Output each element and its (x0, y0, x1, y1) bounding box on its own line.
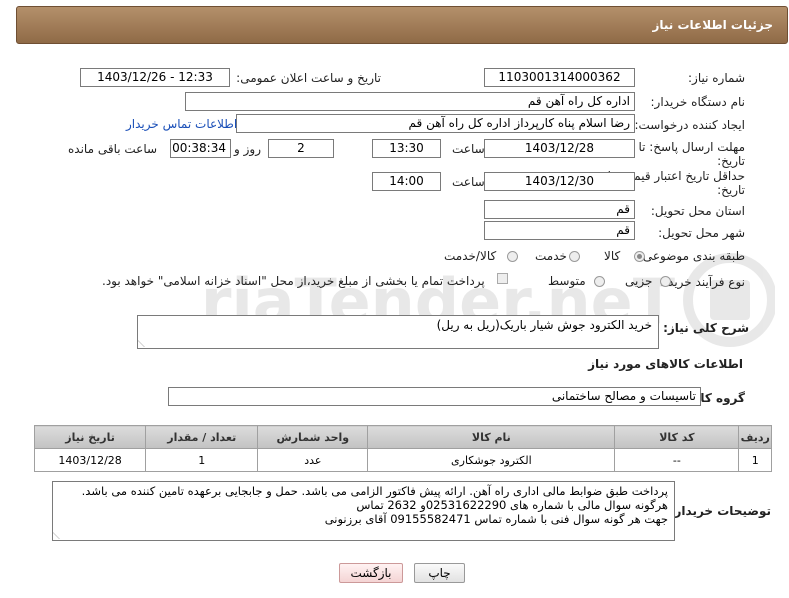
days-label: روز و (234, 142, 261, 156)
process-radio-minor[interactable] (660, 276, 671, 287)
category-radio-goods[interactable] (634, 251, 645, 262)
buyer-notes-line-3: جهت هر گونه سوال فنی با شماره تماس 09155… (324, 512, 668, 526)
remaining-time-field: 00:38:34 (170, 139, 231, 158)
buyer-notes-line-2: هرگونه سوال مالی با شماره های 0253162229… (356, 498, 668, 512)
col-header-quantity: تعداد / مقدار (145, 425, 259, 449)
page-title: جزئیات اطلاعات نیاز (652, 18, 773, 32)
goods-group-field: تاسیسات و مصالح ساختمانی (168, 387, 701, 406)
process-label: نوع فرآیند خرید : (660, 275, 745, 289)
cell-goods-code: -- (614, 448, 740, 472)
category-label: طبقه بندی موضوعی: (638, 249, 745, 263)
back-button[interactable]: بازگشت (339, 563, 403, 583)
buyer-notes-label: توضیحات خریدار: (669, 504, 771, 518)
process-radio-medium[interactable] (594, 276, 605, 287)
col-header-goods-code: کد کالا (614, 425, 740, 449)
cell-quantity: 1 (145, 448, 259, 472)
treasury-payment-note: پرداخت تمام یا بخشی از مبلغ خرید،از محل … (102, 274, 485, 288)
category-option-goods: کالا (604, 249, 621, 263)
process-option-minor: جزیی (625, 274, 653, 288)
deadline-label-date: تاریخ: (717, 154, 745, 168)
summary-field: خرید الکترود جوش شیار باریک(ریل به ریل) (137, 315, 659, 349)
resize-handle-icon[interactable] (53, 531, 68, 539)
col-header-goods-name: نام کالا (367, 425, 616, 449)
buyer-org-label: نام دستگاه خریدار: (650, 95, 746, 109)
need-number-field: 1103001314000362 (484, 68, 635, 87)
summary-text: خرید الکترود جوش شیار باریک(ریل به ریل) (436, 318, 652, 332)
creator-label: ایجاد کننده درخواست: (634, 118, 745, 132)
validity-time-label: ساعت (452, 175, 485, 189)
announce-date-label: تاریخ و ساعت اعلان عمومی: (236, 71, 381, 85)
city-label: شهر محل تحویل: (658, 226, 745, 240)
city-field: قم (484, 221, 635, 240)
cell-unit: عدد (257, 448, 369, 472)
announce-date-field: 1403/12/26 - 12:33 (80, 68, 230, 87)
deadline-date-field: 1403/12/28 (484, 139, 635, 158)
process-option-medium: متوسط (548, 274, 586, 288)
buyer-contact-link[interactable]: اطلاعات تماس خریدار (126, 117, 237, 131)
validity-label-date: تاریخ: (717, 183, 745, 197)
category-option-service: خدمت (535, 249, 567, 263)
province-field: قم (484, 200, 635, 219)
col-header-row-number: ردیف (738, 425, 772, 449)
category-radio-goods-service[interactable] (507, 251, 518, 262)
buyer-notes-field: پرداخت طبق ضوابط مالی اداری راه آهن. ارا… (52, 481, 675, 541)
category-radio-service[interactable] (569, 251, 580, 262)
col-header-need-date: تاریخ نیاز (33, 425, 147, 449)
validity-time-field: 14:00 (372, 172, 441, 191)
col-header-unit: واحد شمارش (257, 425, 369, 449)
province-label: استان محل تحویل: (650, 204, 745, 218)
goods-table: ردیف کد کالا نام کالا واحد شمارش تعداد /… (33, 425, 772, 472)
cell-goods-name: الکترود جوشکاری (367, 448, 616, 472)
creator-field: رضا اسلام پناه کارپرداز اداره کل راه آهن… (236, 114, 635, 133)
table-row: 1 -- الکترود جوشکاری عدد 1 1403/12/28 (33, 448, 772, 472)
buyer-notes-line-1: پرداخت طبق ضوابط مالی اداری راه آهن. ارا… (81, 484, 668, 498)
category-option-goods-service: کالا/خدمت (444, 249, 497, 263)
remaining-time-label: ساعت باقی مانده (68, 142, 158, 156)
resize-handle-icon[interactable] (138, 339, 153, 347)
table-header-row: ردیف کد کالا نام کالا واحد شمارش تعداد /… (33, 425, 772, 449)
page-header: جزئیات اطلاعات نیاز (16, 6, 788, 44)
cell-row-number: 1 (738, 448, 772, 472)
treasury-payment-checkbox[interactable] (497, 273, 508, 284)
goods-info-title: اطلاعات کالاهای مورد نیاز (588, 357, 743, 371)
deadline-label: مهلت ارسال پاسخ: تا (638, 140, 745, 154)
summary-label: شرح کلی نیاز: (663, 321, 749, 335)
need-number-label: شماره نیاز: (688, 71, 745, 85)
cell-need-date: 1403/12/28 (33, 448, 147, 472)
deadline-time-label: ساعت (452, 142, 485, 156)
deadline-time-field: 13:30 (372, 139, 441, 158)
print-button[interactable]: چاپ (414, 563, 465, 583)
buyer-org-field: اداره کل راه آهن قم (185, 92, 635, 111)
days-remaining-field: 2 (268, 139, 334, 158)
validity-date-field: 1403/12/30 (484, 172, 635, 191)
